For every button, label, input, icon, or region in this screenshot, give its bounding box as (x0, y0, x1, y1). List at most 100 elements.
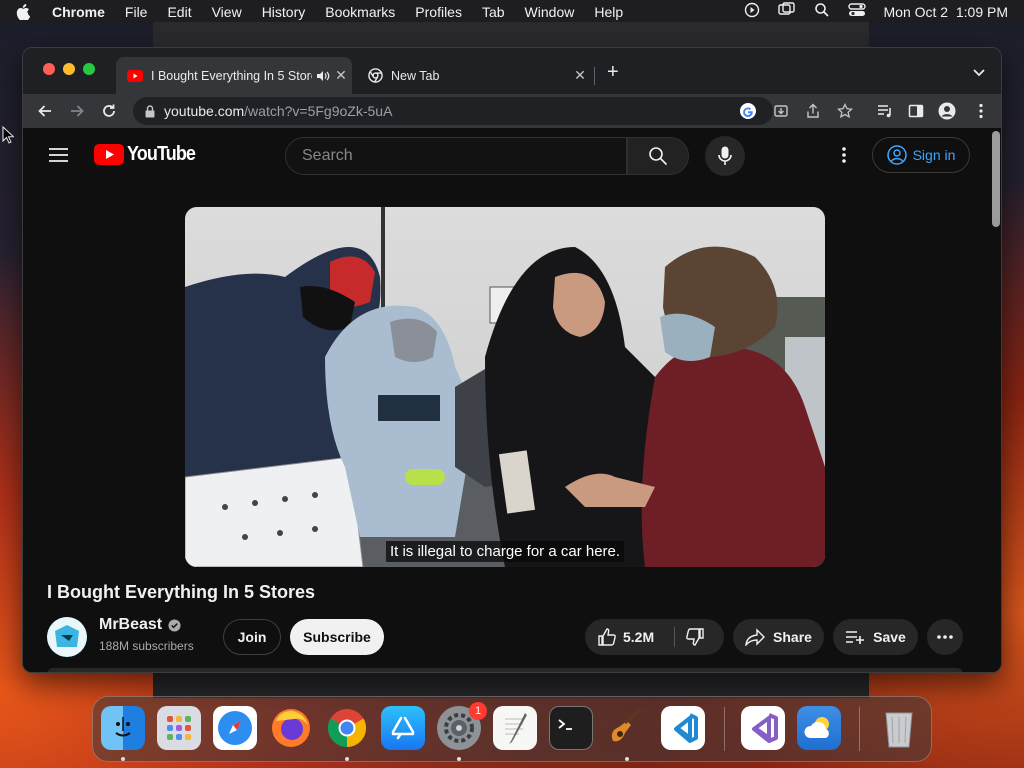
like-divider (674, 627, 675, 647)
address-bar[interactable]: youtube.com/watch?v=5Fg9oZk-5uA (133, 97, 773, 125)
terminal-icon[interactable] (549, 706, 593, 750)
join-label: Join (237, 629, 267, 645)
zoom-window-button[interactable] (83, 63, 95, 75)
more-horizontal-icon (937, 635, 953, 639)
menu-view[interactable]: View (212, 4, 242, 20)
finder-running-dot (121, 757, 125, 761)
side-panel-icon[interactable] (906, 101, 926, 121)
garageband-icon[interactable] (605, 706, 649, 750)
youtube-play-logo-icon (94, 144, 124, 165)
tab-separator (594, 67, 595, 85)
subscribe-button[interactable]: Subscribe (290, 619, 384, 655)
reload-icon[interactable] (99, 101, 119, 121)
profile-avatar-icon[interactable] (937, 101, 957, 121)
search-input[interactable]: Search (285, 137, 627, 175)
menu-bookmarks[interactable]: Bookmarks (325, 4, 395, 20)
menu-window[interactable]: Window (525, 4, 575, 20)
video-actions-row: MrBeast 188M subscribers Join Subscribe … (47, 616, 967, 658)
app-store-icon[interactable] (381, 706, 425, 750)
launchpad-icon[interactable] (157, 706, 201, 750)
thumbs-down-icon[interactable] (685, 627, 705, 647)
lock-icon[interactable] (145, 104, 155, 118)
chrome-menu-kebab-icon[interactable] (971, 101, 991, 121)
menu-edit[interactable]: Edit (167, 4, 191, 20)
search-placeholder: Search (302, 147, 353, 164)
tab-audio-icon[interactable] (316, 70, 330, 82)
url-host: youtube.com (164, 103, 245, 119)
bookmark-star-icon[interactable] (835, 101, 855, 121)
finder-icon[interactable] (101, 706, 145, 750)
google-lens-icon[interactable] (739, 102, 757, 120)
install-app-icon[interactable] (771, 101, 791, 121)
description-box-edge (47, 668, 963, 672)
share-arrow-icon (745, 628, 766, 646)
spotlight-search-icon[interactable] (814, 2, 830, 21)
video-frame-image (185, 207, 825, 567)
join-button[interactable]: Join (223, 619, 281, 655)
page-scrollbar[interactable] (989, 128, 1001, 672)
hamburger-menu-icon[interactable] (49, 147, 69, 168)
subscriber-count: 188M subscribers (99, 639, 194, 653)
screen-mirroring-icon[interactable] (777, 2, 796, 21)
thumbs-up-icon[interactable] (597, 627, 617, 647)
menu-help[interactable]: Help (594, 4, 623, 20)
menubar-clock[interactable]: Mon Oct 2 1:09 PM (884, 4, 1009, 20)
tab-youtube-video[interactable]: I Bought Everything In 5 Stores ✕ (116, 57, 352, 94)
notification-badge: 1 (469, 702, 487, 720)
caption-text: It is illegal to charge for a car here. (385, 541, 625, 562)
new-tab-plus-icon[interactable]: + (607, 62, 619, 82)
close-window-button[interactable] (43, 63, 55, 75)
tab-new-tab[interactable]: New Tab ✕ (357, 57, 591, 94)
voice-search-button[interactable] (705, 136, 745, 176)
tab-title: New Tab (391, 68, 440, 83)
video-player[interactable]: It is illegal to charge for a car here. (185, 207, 825, 567)
verified-badge-icon (168, 618, 181, 632)
menu-bar: Chrome File Edit View History Bookmarks … (0, 0, 1024, 23)
channel-name-row[interactable]: MrBeast (99, 616, 181, 634)
chrome-icon[interactable] (325, 706, 369, 750)
channel-name[interactable]: MrBeast (99, 616, 162, 634)
more-actions-button[interactable] (927, 619, 963, 655)
menu-profiles[interactable]: Profiles (415, 4, 462, 20)
safari-icon[interactable] (213, 706, 257, 750)
settings-kebab-icon[interactable] (842, 147, 846, 168)
menu-app-name[interactable]: Chrome (52, 4, 105, 20)
visual-studio-icon[interactable] (741, 706, 785, 750)
menu-history[interactable]: History (262, 4, 306, 20)
tab-title: I Bought Everything In 5 Stores (151, 68, 312, 83)
weather-icon[interactable] (797, 706, 841, 750)
save-button[interactable]: Save (833, 619, 918, 655)
share-button[interactable]: Share (733, 619, 824, 655)
dock-separator (859, 707, 860, 751)
mouse-cursor-icon (2, 126, 14, 144)
trash-icon[interactable] (877, 706, 921, 750)
sign-in-label: Sign in (912, 147, 956, 163)
media-queue-icon[interactable] (875, 101, 895, 121)
menu-tab[interactable]: Tab (482, 4, 505, 20)
chrome-window: I Bought Everything In 5 Stores ✕ New Ta… (22, 47, 1002, 673)
chrome-favicon-icon (368, 68, 383, 83)
textedit-icon[interactable] (493, 706, 537, 750)
search-icon (648, 146, 668, 166)
forward-arrow-icon[interactable] (67, 101, 87, 121)
tab-search-chevron-icon[interactable] (973, 64, 985, 82)
vscode-icon[interactable] (661, 706, 705, 750)
apple-icon[interactable] (16, 3, 38, 20)
close-tab-icon[interactable]: ✕ (569, 67, 591, 84)
minimize-window-button[interactable] (63, 63, 75, 75)
menu-file[interactable]: File (125, 4, 148, 20)
share-page-icon[interactable] (803, 101, 823, 121)
firefox-icon[interactable] (269, 706, 313, 750)
back-arrow-icon[interactable] (35, 101, 55, 121)
sign-in-button[interactable]: Sign in (872, 137, 970, 173)
play-status-icon[interactable] (744, 2, 760, 21)
channel-avatar[interactable] (47, 617, 87, 657)
youtube-logo[interactable]: YouTube (94, 143, 203, 166)
like-count[interactable]: 5.2M (623, 629, 654, 645)
browser-toolbar: youtube.com/watch?v=5Fg9oZk-5uA (23, 94, 1001, 128)
chrome-running-dot (345, 757, 349, 761)
scrollbar-thumb[interactable] (992, 131, 1000, 227)
control-center-icon[interactable] (847, 2, 866, 21)
close-tab-icon[interactable]: ✕ (330, 67, 352, 84)
search-button[interactable] (627, 137, 689, 175)
